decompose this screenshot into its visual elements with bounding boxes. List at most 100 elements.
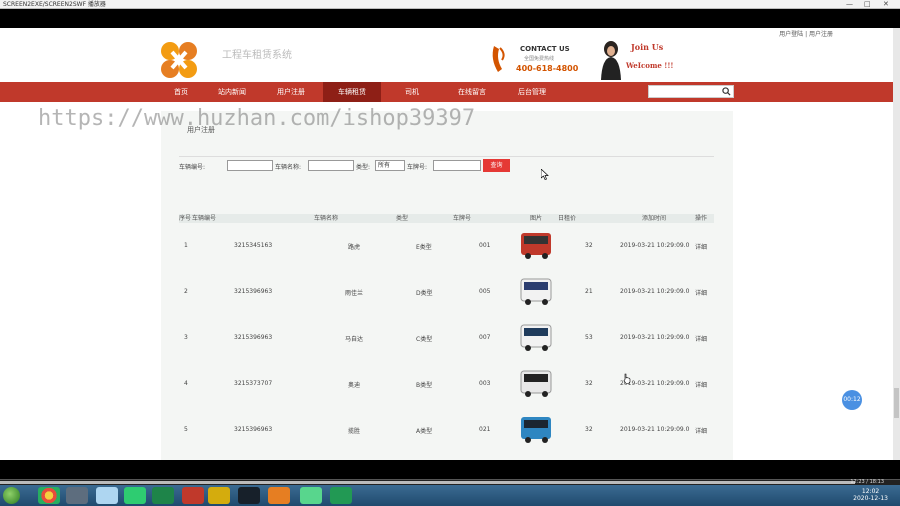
web-page: 用户登陆 | 用户注册 工程车租赁系统 CONTACT US 全国免费热线 40…: [0, 28, 893, 460]
cell-plate: 021: [479, 426, 491, 433]
detail-link[interactable]: 详细: [695, 242, 707, 251]
col-no: 序号: [179, 215, 192, 222]
scrollbar-thumb[interactable]: [894, 388, 899, 418]
timer-badge[interactable]: 00:12: [842, 390, 862, 410]
table-row: 1 3215345163 路虎 E类型 001 32 2019-03-21 10…: [179, 225, 714, 269]
cell-time: 2019-03-21 10:29:09.0: [620, 426, 690, 433]
nav-admin[interactable]: 后台管理: [503, 82, 561, 102]
cell-no: 5: [184, 426, 188, 433]
cell-plate: 005: [479, 288, 491, 295]
maximize-button[interactable]: □: [864, 0, 871, 9]
cell-name: 雨佳兰: [345, 290, 364, 297]
cell-no: 1: [184, 242, 188, 249]
woman-photo: [601, 41, 621, 80]
table-row: 3 3215396963 马自达 C类型 007 53 2019-03-21 1…: [179, 317, 714, 361]
cell-no: 3: [184, 334, 188, 341]
hand-cursor-icon: [623, 373, 631, 384]
cell-type: D类型: [416, 290, 433, 297]
bus-image: [520, 278, 552, 305]
cell-code: 3215373707: [234, 380, 273, 387]
top-links[interactable]: 用户登陆 | 用户注册: [779, 29, 833, 38]
bus-image: [520, 370, 552, 397]
arrow-cursor-icon: [541, 169, 549, 180]
col-time: 添加时间: [642, 215, 667, 222]
cell-code: 3215396963: [234, 334, 273, 341]
excel-icon[interactable]: [152, 487, 174, 504]
cell-plate: 001: [479, 242, 491, 249]
plate-label: 车牌号:: [407, 164, 428, 171]
wechat-icon[interactable]: [300, 487, 322, 504]
cell-time: 2019-03-21 10:29:09.0: [620, 334, 690, 341]
detail-link[interactable]: 详细: [695, 426, 707, 435]
cell-name: 奥迪: [348, 382, 361, 389]
nav-vehicle-rental[interactable]: 车辆租赁: [323, 82, 381, 102]
contact-subtitle: 全国免费热线: [524, 56, 555, 62]
code-label: 车辆编号:: [179, 164, 206, 171]
qq-icon[interactable]: [238, 487, 260, 504]
nav-register[interactable]: 用户注册: [262, 82, 320, 102]
plate-input[interactable]: [433, 160, 481, 171]
player-title-bar: SCREEN2EXE/SCREEN2SWF 播放器 — □ ✕: [0, 0, 900, 9]
nav-message[interactable]: 在线留言: [443, 82, 501, 102]
cell-no: 4: [184, 380, 188, 387]
col-plate: 车牌号: [453, 215, 472, 222]
flash-icon[interactable]: [182, 487, 204, 504]
welcome-text: WeIcome !!!: [626, 61, 674, 70]
nav-driver[interactable]: 司机: [383, 82, 441, 102]
close-button[interactable]: ✕: [883, 0, 889, 9]
code-input[interactable]: [227, 160, 273, 171]
detail-link[interactable]: 详细: [695, 334, 707, 343]
search-filter-bar: 车辆编号: 车辆名称: 类型: 所有 车牌号: 查询: [179, 156, 714, 176]
folder-icon[interactable]: [208, 487, 230, 504]
contact-block: CONTACT US 全国免费热线 400-618-4800: [490, 44, 585, 78]
search-icon[interactable]: [722, 87, 731, 96]
col-type: 类型: [396, 215, 409, 222]
start-button[interactable]: [3, 487, 20, 504]
cell-code: 3215345163: [234, 242, 273, 249]
terminal-icon[interactable]: [66, 487, 88, 504]
cell-type: E类型: [416, 244, 432, 251]
col-name: 车辆名称: [314, 215, 339, 222]
cell-time: 2019-03-21 10:29:09.0: [620, 242, 690, 249]
watermark: https://www.huzhan.com/ishop39397: [38, 106, 476, 131]
cell-type: B类型: [416, 382, 433, 389]
detail-link[interactable]: 详细: [695, 380, 707, 389]
name-input[interactable]: [308, 160, 354, 171]
cell-code: 3215396963: [234, 426, 273, 433]
contact-title: CONTACT US: [520, 45, 570, 53]
table-header: 序号 车辆编号 车辆名称 类型 车牌号 图片 日租价 添加时间 操作: [179, 214, 714, 223]
cell-name: 马自达: [345, 336, 364, 343]
table-row: 4 3215373707 奥迪 B类型 003 32 2019-03-21 10…: [179, 363, 714, 407]
cell-price: 32: [585, 426, 593, 433]
join-title: Join Us: [631, 42, 664, 52]
page-scrollbar[interactable]: [893, 28, 900, 460]
table-row: 5 3215396963 揽胜 A类型 021 32 2019-03-21 10…: [179, 409, 714, 453]
site-logo: [161, 42, 197, 78]
ubuntu-icon[interactable]: [268, 487, 290, 504]
search-input[interactable]: [648, 85, 734, 98]
nav-news[interactable]: 站内新闻: [203, 82, 261, 102]
col-image: 图片: [530, 215, 543, 222]
phone-icon: [492, 46, 505, 72]
cell-price: 32: [585, 242, 593, 249]
type-select[interactable]: 所有: [375, 160, 405, 171]
player-app-icon[interactable]: [330, 487, 352, 504]
cell-time: 2019-03-21 10:29:09.0: [620, 288, 690, 295]
detail-link[interactable]: 详细: [695, 288, 707, 297]
cell-plate: 003: [479, 380, 491, 387]
clock-time: 12:02: [861, 488, 880, 495]
cell-no: 2: [184, 288, 188, 295]
system-tray[interactable]: [735, 489, 855, 503]
col-op: 操作: [695, 215, 708, 222]
player-title: SCREEN2EXE/SCREEN2SWF 播放器: [3, 1, 106, 8]
query-button[interactable]: 查询: [483, 159, 510, 172]
clock-date: 2020-12-13: [853, 495, 888, 502]
chrome-icon[interactable]: [38, 487, 60, 504]
cell-code: 3215396963: [234, 288, 273, 295]
app-icon[interactable]: [124, 487, 146, 504]
nav-home[interactable]: 首页: [152, 82, 210, 102]
ie-icon[interactable]: [96, 487, 118, 504]
minimize-button[interactable]: —: [846, 0, 853, 9]
bus-image: [521, 417, 551, 443]
site-title: 工程车租赁系统: [222, 50, 292, 61]
